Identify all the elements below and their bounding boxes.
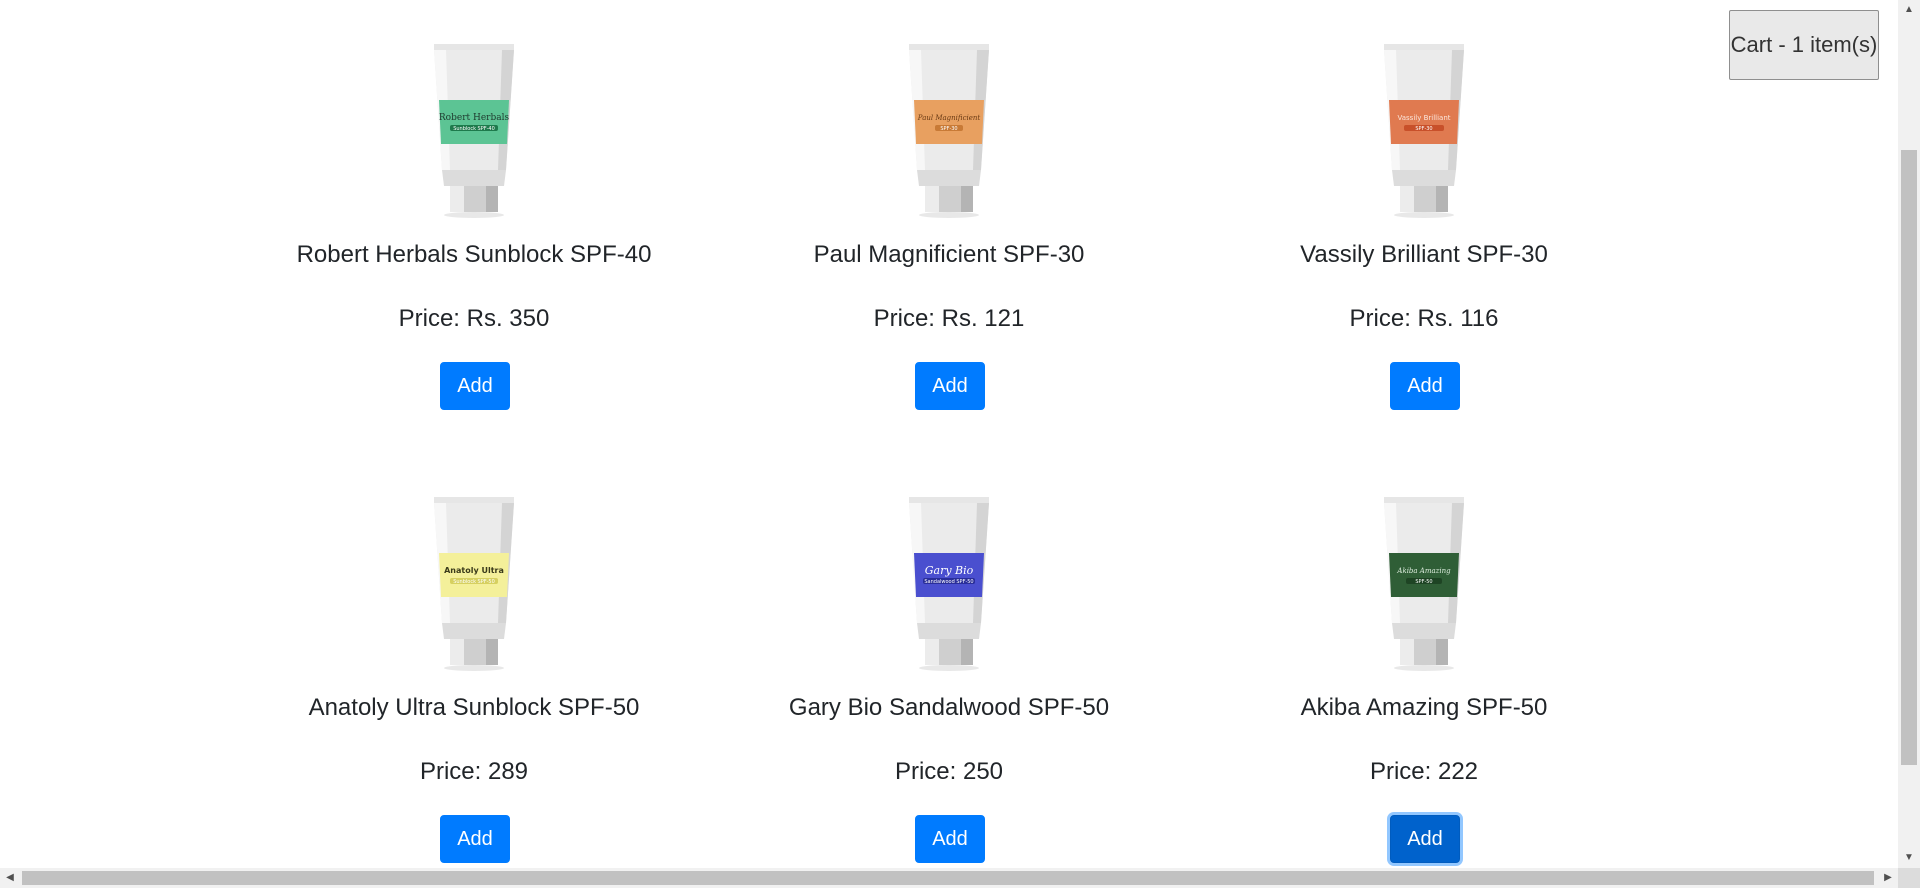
add-to-cart-button[interactable]: Add <box>915 362 985 410</box>
product-price: Price: Rs. 116 <box>1349 305 1499 332</box>
tube-brand-text: Anatoly Ultra <box>444 566 504 575</box>
tube-sub-text: SPF-30 <box>940 126 957 132</box>
product-image: Robert Herbals Sunblock SPF-40 <box>264 40 684 220</box>
product-name: Vassily Brilliant SPF-30 <box>1300 241 1548 268</box>
tube-brand-text: Robert Herbals <box>439 113 510 123</box>
add-to-cart-button[interactable]: Add <box>440 815 510 863</box>
sunscreen-tube-image: Robert Herbals Sunblock SPF-40 <box>434 44 514 218</box>
tube-sub-text: Sandalwood SPF-50 <box>924 579 973 585</box>
product-name: Gary Bio Sandalwood SPF-50 <box>788 694 1110 721</box>
triangle-right-icon[interactable]: ▶ <box>1878 868 1898 888</box>
product-image: Vassily Brilliant SPF-30 <box>1214 40 1634 220</box>
product-card: Robert Herbals Sunblock SPF-40 Robert He… <box>264 40 684 410</box>
triangle-up-icon[interactable]: ▲ <box>1898 0 1920 20</box>
product-name: Anatoly Ultra Sunblock SPF-50 <box>308 694 640 721</box>
sunscreen-tube-image: Gary Bio Sandalwood SPF-50 <box>909 497 989 671</box>
scrollbar-corner <box>1898 868 1920 888</box>
sunscreen-tube-image: Vassily Brilliant SPF-30 <box>1384 44 1464 218</box>
tube-sub-text: SPF-50 <box>1415 579 1432 585</box>
product-image: Anatoly Ultra Sunblock SPF-50 <box>264 493 684 673</box>
browser-viewport: Robert Herbals Sunblock SPF-40 Robert He… <box>0 0 1920 888</box>
add-to-cart-button[interactable]: Add <box>440 362 510 410</box>
triangle-left-icon[interactable]: ◀ <box>0 868 20 888</box>
product-price: Price: Rs. 350 <box>398 305 550 332</box>
vertical-scrollbar-thumb[interactable] <box>1901 150 1917 765</box>
page-content: Robert Herbals Sunblock SPF-40 Robert He… <box>0 0 1898 868</box>
tube-brand-text: Vassily Brilliant <box>1397 114 1450 122</box>
product-card: Anatoly Ultra Sunblock SPF-50 Anatoly Ul… <box>264 493 684 863</box>
tube-brand-text: Akiba Amazing <box>1396 567 1451 575</box>
tube-brand-text: Gary Bio <box>925 564 974 577</box>
tube-sub-text: SPF-30 <box>1415 126 1432 132</box>
product-image: Akiba Amazing SPF-50 <box>1214 493 1634 673</box>
product-card: Vassily Brilliant SPF-30 Vassily Brillia… <box>1214 40 1634 410</box>
product-price: Price: 289 <box>419 758 529 785</box>
horizontal-scrollbar[interactable]: ◀ ▶ <box>0 868 1898 888</box>
product-card: Akiba Amazing SPF-50 Akiba Amazing SPF-5… <box>1214 493 1634 863</box>
cart-button[interactable]: Cart - 1 item(s) <box>1729 10 1879 80</box>
sunscreen-tube-image: Paul Magnificient SPF-30 <box>909 44 989 218</box>
add-to-cart-button[interactable]: Add <box>1390 815 1460 863</box>
tube-brand-text: Paul Magnificient <box>917 114 981 122</box>
vertical-scrollbar[interactable]: ▲ ▼ <box>1898 0 1920 868</box>
product-name: Paul Magnificient SPF-30 <box>813 241 1085 268</box>
tube-sub-text: Sunblock SPF-40 <box>453 126 495 132</box>
sunscreen-tube-image: Akiba Amazing SPF-50 <box>1384 497 1464 671</box>
product-price: Price: 250 <box>894 758 1004 785</box>
sunscreen-tube-image: Anatoly Ultra Sunblock SPF-50 <box>434 497 514 671</box>
product-image: Gary Bio Sandalwood SPF-50 <box>739 493 1159 673</box>
product-card: Gary Bio Sandalwood SPF-50 Gary Bio Sand… <box>739 493 1159 863</box>
product-name: Robert Herbals Sunblock SPF-40 <box>296 241 652 268</box>
triangle-down-icon[interactable]: ▼ <box>1898 848 1920 868</box>
tube-sub-text: Sunblock SPF-50 <box>453 579 495 585</box>
horizontal-scrollbar-thumb[interactable] <box>22 871 1874 885</box>
product-price: Price: Rs. 121 <box>873 305 1025 332</box>
product-name: Akiba Amazing SPF-50 <box>1300 694 1548 721</box>
product-price: Price: 222 <box>1369 758 1479 785</box>
product-card: Paul Magnificient SPF-30 Paul Magnificie… <box>739 40 1159 410</box>
product-image: Paul Magnificient SPF-30 <box>739 40 1159 220</box>
add-to-cart-button[interactable]: Add <box>915 815 985 863</box>
add-to-cart-button[interactable]: Add <box>1390 362 1460 410</box>
